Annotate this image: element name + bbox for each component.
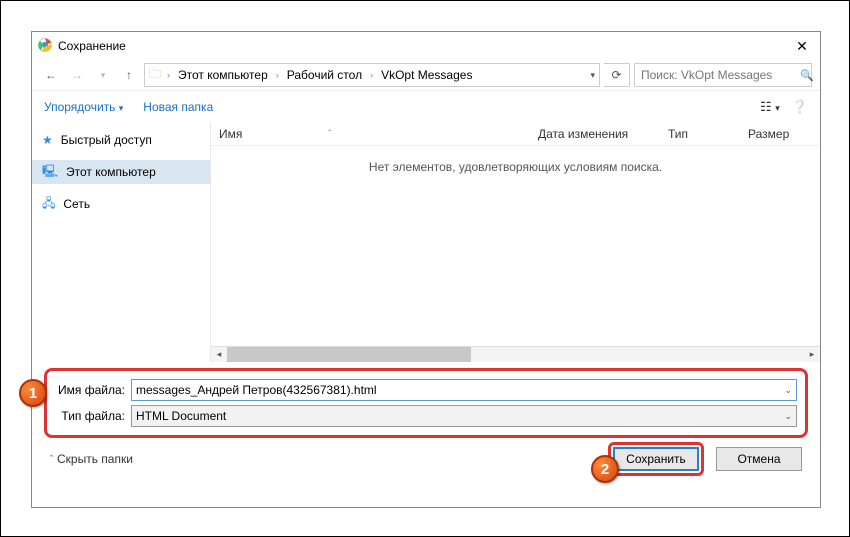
- annotation-badge-1: 1: [19, 379, 47, 407]
- search-box[interactable]: 🔍: [634, 63, 812, 87]
- sidebar-item-label: Этот компьютер: [66, 165, 156, 179]
- sidebar: ★ Быстрый доступ 🖳 Этот компьютер 🖧 Сеть: [32, 122, 210, 362]
- chevron-right-icon: ›: [165, 70, 172, 80]
- help-icon[interactable]: ❔: [792, 99, 808, 115]
- titlebar: Сохранение ✕: [32, 32, 820, 60]
- chevron-right-icon: ›: [274, 70, 281, 80]
- filename-input[interactable]: [136, 383, 784, 397]
- address-bar[interactable]: 🗀 › Этот компьютер › Рабочий стол › VkOp…: [144, 63, 600, 87]
- star-icon: ★: [42, 133, 53, 147]
- search-icon: 🔍: [800, 69, 814, 82]
- toolbar: Упорядочить ▾ Новая папка ☷ ▾ ❔: [32, 90, 820, 122]
- cancel-button[interactable]: Отмена: [716, 447, 802, 471]
- new-folder-button[interactable]: Новая папка: [143, 100, 213, 114]
- navbar: ← → ▾ ↑ 🗀 › Этот компьютер › Рабочий сто…: [32, 60, 820, 90]
- save-dialog: Сохранение ✕ ← → ▾ ↑ 🗀 › Этот компьютер …: [31, 31, 821, 508]
- folder-icon: 🗀: [149, 65, 161, 86]
- column-type[interactable]: Тип: [660, 127, 740, 141]
- filetype-value: HTML Document: [136, 409, 784, 423]
- scroll-left-icon[interactable]: ◂: [211, 347, 227, 362]
- address-dropdown-icon[interactable]: ▾: [590, 70, 595, 81]
- chevron-down-icon: ▾: [119, 103, 124, 113]
- column-size[interactable]: Размер: [740, 127, 820, 141]
- filetype-row: Тип файла: HTML Document ⌄: [55, 403, 797, 429]
- breadcrumb[interactable]: Рабочий стол: [285, 68, 364, 82]
- filetype-select[interactable]: HTML Document ⌄: [131, 405, 797, 427]
- window-title: Сохранение: [58, 39, 126, 53]
- file-list: Имяˆ Дата изменения Тип Размер Нет элеме…: [210, 122, 820, 362]
- sort-indicator-icon: ˆ: [328, 129, 331, 138]
- close-icon[interactable]: ✕: [790, 38, 814, 55]
- horizontal-scrollbar[interactable]: ◂ ▸: [211, 346, 820, 362]
- caret-up-icon: ˆ: [50, 454, 53, 464]
- filename-section-highlight: Имя файла: ⌄ Тип файла: HTML Document ⌄: [44, 368, 808, 438]
- bottom-bar: ˆ Скрыть папки Сохранить Отмена: [32, 438, 820, 480]
- column-date[interactable]: Дата изменения: [530, 127, 660, 141]
- sidebar-item-quick-access[interactable]: ★ Быстрый доступ: [32, 128, 210, 152]
- forward-icon[interactable]: →: [66, 64, 88, 86]
- save-button-highlight: Сохранить: [608, 442, 704, 476]
- column-name[interactable]: Имяˆ: [211, 127, 530, 141]
- filename-label: Имя файла:: [55, 383, 125, 397]
- chevron-down-icon[interactable]: ⌄: [784, 385, 792, 396]
- dialog-body: ★ Быстрый доступ 🖳 Этот компьютер 🖧 Сеть…: [32, 122, 820, 362]
- back-icon[interactable]: ←: [40, 64, 62, 86]
- filename-row: Имя файла: ⌄: [55, 377, 797, 403]
- refresh-icon[interactable]: ⟳: [604, 63, 630, 87]
- hide-folders-label: Скрыть папки: [57, 452, 133, 466]
- sidebar-item-network[interactable]: 🖧 Сеть: [32, 192, 210, 216]
- column-headers: Имяˆ Дата изменения Тип Размер: [211, 122, 820, 146]
- annotation-badge-2: 2: [591, 455, 619, 483]
- sidebar-item-label: Быстрый доступ: [61, 133, 152, 147]
- organize-menu[interactable]: Упорядочить ▾: [44, 100, 123, 114]
- up-icon[interactable]: ↑: [118, 64, 140, 86]
- filename-input-wrap[interactable]: ⌄: [131, 379, 797, 401]
- sidebar-item-this-pc[interactable]: 🖳 Этот компьютер: [32, 160, 210, 184]
- save-button[interactable]: Сохранить: [613, 447, 699, 471]
- scrollbar-thumb[interactable]: [227, 347, 471, 362]
- hide-folders-toggle[interactable]: ˆ Скрыть папки: [50, 452, 133, 466]
- sidebar-item-label: Сеть: [63, 197, 90, 211]
- search-input[interactable]: [641, 68, 796, 82]
- breadcrumb[interactable]: VkOpt Messages: [379, 68, 474, 82]
- chevron-right-icon: ›: [368, 70, 375, 80]
- filetype-label: Тип файла:: [55, 409, 125, 423]
- scroll-right-icon[interactable]: ▸: [804, 347, 820, 362]
- pc-icon: 🖳: [42, 162, 58, 183]
- recent-dropdown-icon[interactable]: ▾: [92, 64, 114, 86]
- chevron-down-icon[interactable]: ⌄: [784, 411, 792, 422]
- chrome-icon: [38, 38, 52, 55]
- breadcrumb[interactable]: Этот компьютер: [176, 68, 270, 82]
- view-options-icon[interactable]: ☷ ▾: [760, 99, 780, 115]
- network-icon: 🖧: [42, 194, 55, 215]
- empty-message: Нет элементов, удовлетворяющих условиям …: [211, 146, 820, 188]
